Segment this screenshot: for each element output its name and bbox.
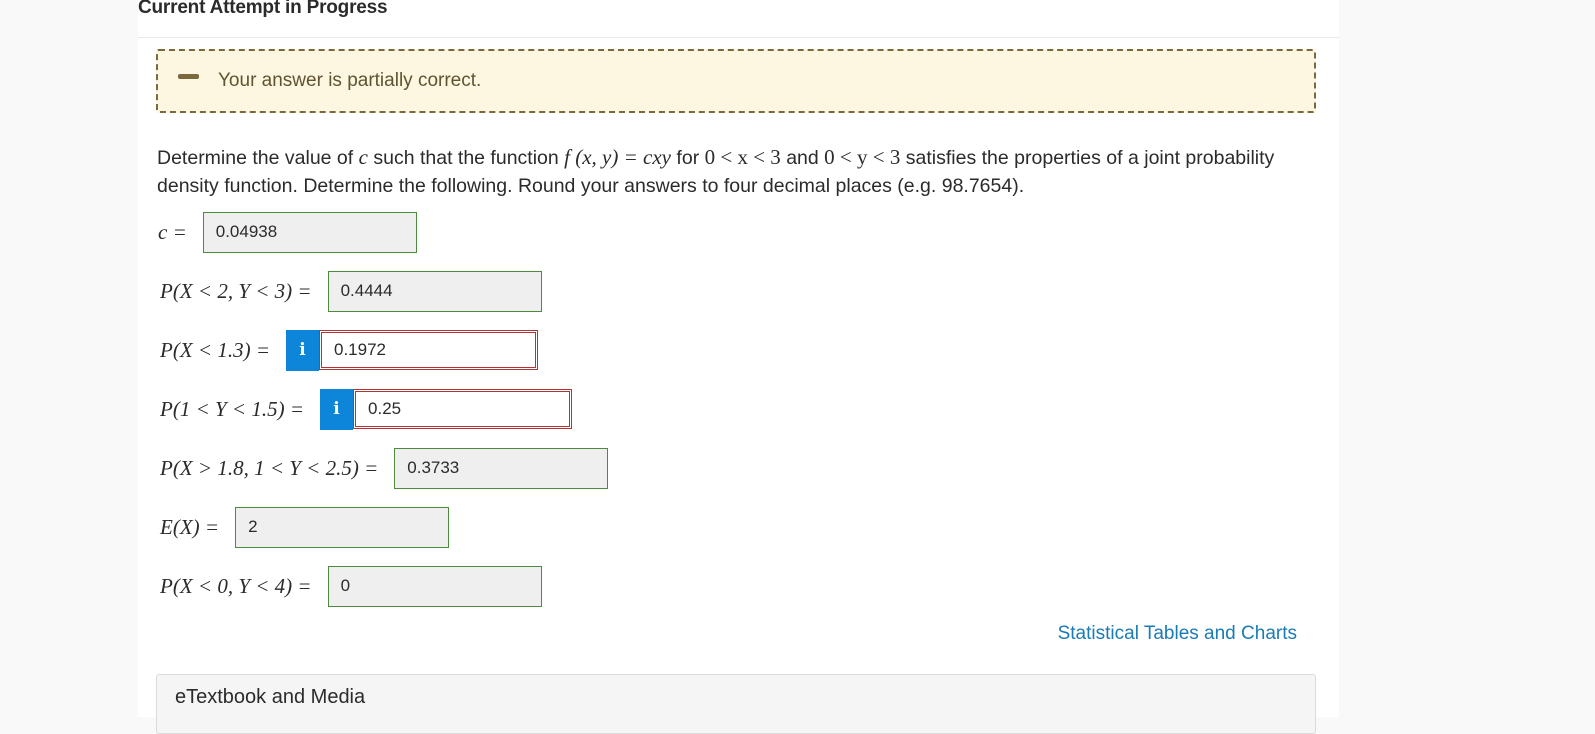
answer-input-p-x0-y4[interactable] bbox=[327, 565, 542, 607]
answer-input-c[interactable] bbox=[202, 211, 417, 253]
statistical-tables-link[interactable]: Statistical Tables and Charts bbox=[1058, 623, 1297, 645]
answer-label: P(X < 0, Y < 4) = bbox=[160, 573, 312, 598]
answer-input-p-x18-y1-25[interactable] bbox=[394, 447, 609, 489]
answer-row-p-x18-y1-25: P(X > 1.8, 1 < Y < 2.5) = bbox=[160, 447, 609, 489]
question-text-part: such that the function bbox=[367, 147, 565, 169]
answer-label: P(X < 1.3) = bbox=[160, 337, 270, 362]
etextbook-panel[interactable]: eTextbook and Media bbox=[156, 674, 1316, 734]
assignment-page: Current Attempt in Progress Your answer … bbox=[138, 0, 1339, 734]
answer-row-p-x0-y4: P(X < 0, Y < 4) = bbox=[160, 565, 542, 607]
etextbook-label: eTextbook and Media bbox=[175, 686, 366, 708]
math-function: f (x, y) = cxy bbox=[564, 145, 672, 169]
info-icon[interactable]: i bbox=[320, 388, 354, 430]
question-text-part: Determine the value of bbox=[157, 147, 359, 169]
question-text-part: and bbox=[780, 147, 825, 169]
header-divider bbox=[138, 37, 1339, 38]
answer-label: P(1 < Y < 1.5) = bbox=[160, 396, 305, 421]
info-icon[interactable]: i bbox=[285, 329, 319, 371]
answer-label: c = bbox=[158, 219, 187, 244]
question-text: Determine the value of c such that the f… bbox=[157, 143, 1317, 200]
answer-row-p-y1-15: P(1 < Y < 1.5) = i bbox=[160, 388, 573, 430]
answer-row-c: c = bbox=[158, 211, 417, 253]
answer-row-ex: E(X) = bbox=[160, 506, 450, 548]
question-text-part: for bbox=[671, 147, 705, 169]
answer-label: P(X < 2, Y < 3) = bbox=[160, 278, 312, 303]
answer-input-p-x2-y3[interactable] bbox=[327, 270, 542, 312]
math-var-c: c bbox=[358, 145, 368, 169]
answer-input-ex[interactable] bbox=[235, 506, 450, 548]
partial-correct-icon bbox=[178, 74, 199, 79]
feedback-banner: Your answer is partially correct. bbox=[156, 49, 1316, 113]
answer-label: E(X) = bbox=[160, 514, 220, 539]
math-condition-y: 0 < y < 3 bbox=[824, 145, 901, 169]
page-title: Current Attempt in Progress bbox=[138, 0, 388, 18]
answer-label: P(X > 1.8, 1 < Y < 2.5) = bbox=[160, 455, 379, 480]
feedback-message: Your answer is partially correct. bbox=[218, 70, 482, 91]
answer-row-p-x13: P(X < 1.3) = i bbox=[160, 329, 538, 371]
answer-input-p-x13[interactable] bbox=[318, 330, 538, 370]
answer-row-p-x2-y3: P(X < 2, Y < 3) = bbox=[160, 270, 542, 312]
answer-input-p-y1-15[interactable] bbox=[353, 389, 573, 429]
math-condition-x: 0 < x < 3 bbox=[704, 145, 781, 169]
